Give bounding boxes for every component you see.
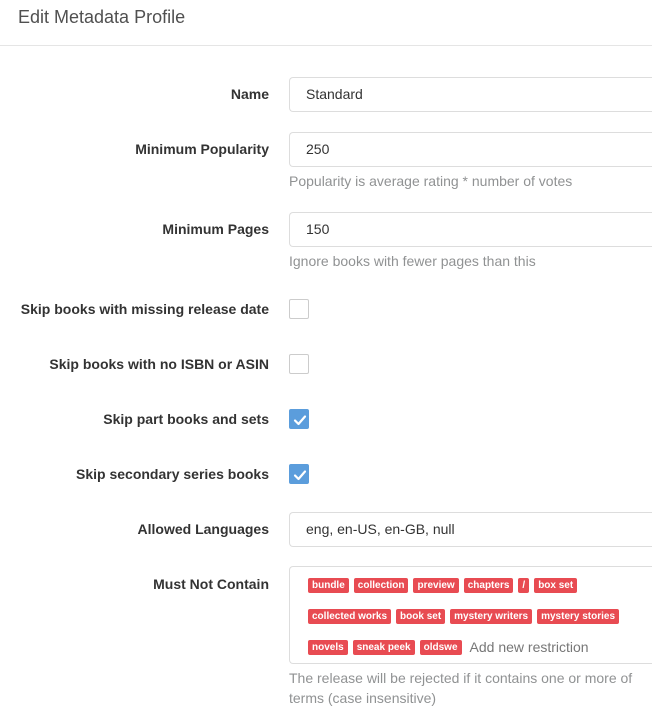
tag[interactable]: collected works <box>308 609 392 624</box>
checkmark-icon <box>293 470 307 481</box>
min-popularity-label: Minimum Popularity <box>135 141 269 157</box>
skip-secondary-checkbox[interactable] <box>289 464 309 484</box>
tag[interactable]: sneak peek <box>352 639 415 655</box>
tag[interactable]: mystery writers <box>450 609 533 624</box>
skip-part-books-checkbox[interactable] <box>289 409 309 429</box>
add-restriction-input[interactable]: Add new restriction <box>470 639 589 655</box>
must-not-contain-tag-input[interactable]: bundle collection preview chapters / box… <box>289 566 652 664</box>
tag[interactable]: bundle <box>308 578 349 593</box>
min-pages-help: Ignore books with fewer pages than this <box>289 253 536 269</box>
skip-missing-date-checkbox[interactable] <box>289 299 309 319</box>
tag[interactable]: collection <box>353 578 409 593</box>
must-not-contain-help-line1: The release will be rejected if it conta… <box>289 670 633 686</box>
min-popularity-help: Popularity is average rating * number of… <box>289 173 573 189</box>
must-not-contain-help-line2: terms (case insensitive) <box>289 690 437 706</box>
tag[interactable]: mystery stories <box>537 609 620 624</box>
tag-row-2: collected works book set mystery writers… <box>308 609 620 624</box>
must-not-contain-label: Must Not Contain <box>153 576 269 592</box>
tag[interactable]: / <box>518 578 530 593</box>
name-input[interactable]: Standard <box>289 77 652 112</box>
checkmark-icon <box>293 415 307 426</box>
tag[interactable]: chapters <box>463 578 514 593</box>
skip-missing-date-label: Skip books with missing release date <box>20 301 269 317</box>
skip-secondary-label: Skip secondary series books <box>76 466 269 482</box>
tag[interactable]: box set <box>534 578 578 593</box>
name-label: Name <box>230 86 269 102</box>
min-pages-input[interactable]: 150 <box>289 212 652 247</box>
allowed-languages-input[interactable]: eng, en-US, en-GB, null <box>289 512 652 547</box>
allowed-languages-label: Allowed Languages <box>137 521 269 537</box>
tag[interactable]: novels <box>308 639 348 655</box>
skip-no-isbn-label: Skip books with no ISBN or ASIN <box>49 356 269 372</box>
tag[interactable]: book set <box>396 609 446 624</box>
skip-no-isbn-checkbox[interactable] <box>289 354 309 374</box>
tag[interactable]: preview <box>413 578 459 593</box>
modal-title: Edit Metadata Profile <box>18 7 186 27</box>
tag-row-3: novels sneak peek oldswe Add new restric… <box>308 639 589 655</box>
min-pages-label: Minimum Pages <box>162 221 269 237</box>
tag[interactable]: oldswe <box>419 639 462 655</box>
modal-header: Edit Metadata Profile <box>0 0 652 46</box>
min-popularity-input[interactable]: 250 <box>289 132 652 167</box>
skip-part-books-label: Skip part books and sets <box>103 411 269 427</box>
tag-row-1: bundle collection preview chapters / box… <box>308 578 578 593</box>
